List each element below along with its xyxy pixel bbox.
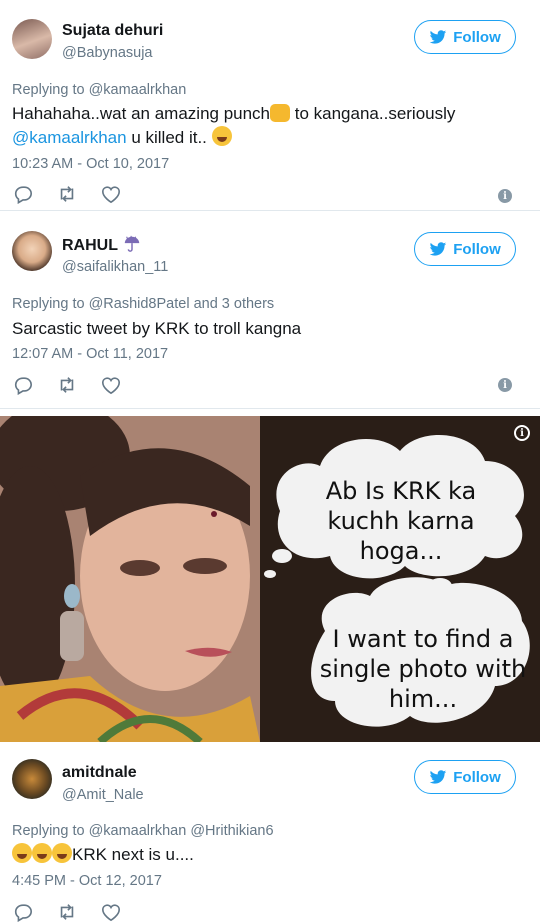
- follow-label: Follow: [453, 768, 501, 786]
- user-handle[interactable]: @Babynasuja: [62, 45, 153, 61]
- user-name[interactable]: RAHUL: [62, 235, 142, 255]
- info-icon[interactable]: i: [498, 189, 512, 203]
- joy-emoji-icon: [52, 843, 72, 863]
- replying-to[interactable]: Replying to @kamaalrkhan: [12, 82, 186, 98]
- mention-link[interactable]: @kamaalrkhan: [12, 128, 127, 147]
- follow-button[interactable]: Follow: [414, 232, 516, 266]
- follow-label: Follow: [453, 28, 501, 46]
- joy-emoji-icon: [32, 843, 52, 863]
- info-icon[interactable]: i: [498, 378, 512, 392]
- joy-emoji-icon: [211, 126, 232, 146]
- replying-to[interactable]: Replying to @Rashid8Patel and 3 others: [12, 296, 274, 312]
- follow-label: Follow: [453, 240, 501, 258]
- timestamp[interactable]: 10:23 AM - Oct 10, 2017: [12, 156, 169, 172]
- timestamp[interactable]: 4:45 PM - Oct 12, 2017: [12, 873, 162, 889]
- bird-icon: [430, 29, 447, 44]
- joy-emoji-icon: [12, 843, 32, 863]
- reply-icon[interactable]: [12, 902, 34, 922]
- retweet-icon[interactable]: [56, 902, 78, 922]
- follow-button[interactable]: Follow: [414, 20, 516, 54]
- avatar[interactable]: [12, 231, 52, 271]
- user-name[interactable]: Sujata dehuri: [62, 22, 163, 40]
- retweet-icon[interactable]: [56, 375, 78, 395]
- reply-icon[interactable]: [12, 375, 34, 395]
- replying-to[interactable]: Replying to @kamaalrkhan @Hrithikian6: [12, 823, 274, 839]
- like-icon[interactable]: [100, 902, 122, 922]
- action-bar: [12, 902, 122, 922]
- tweet-text-part: to kangana..seriously: [290, 104, 456, 123]
- action-bar: [12, 375, 122, 395]
- punch-emoji-icon: [270, 104, 291, 122]
- divider: [0, 408, 540, 409]
- reply-icon[interactable]: [12, 184, 34, 204]
- user-handle[interactable]: @Amit_Nale: [62, 787, 144, 803]
- tweet-text: KRK next is u....: [12, 843, 194, 867]
- tweet-text: Hahahaha..wat an amazing punch to kangan…: [12, 102, 522, 150]
- user-name-text: RAHUL: [62, 237, 118, 254]
- like-icon[interactable]: [100, 184, 122, 204]
- action-bar: [12, 184, 122, 204]
- like-icon[interactable]: [100, 375, 122, 395]
- bird-icon: [430, 769, 447, 784]
- bird-icon: [430, 241, 447, 256]
- avatar[interactable]: [12, 759, 52, 799]
- tweet-card: amitdnale @Amit_Nale Follow Replying to …: [0, 742, 540, 923]
- timestamp[interactable]: 12:07 AM - Oct 11, 2017: [12, 346, 168, 362]
- tweet-text-part: KRK next is u....: [72, 845, 194, 864]
- tweet-text: Sarcastic tweet by KRK to troll kangna: [12, 319, 302, 338]
- tweet-card: Sujata dehuri @Babynasuja Follow Replyin…: [0, 0, 540, 210]
- user-name[interactable]: amitdnale: [62, 764, 137, 782]
- tweet-text-part: Hahahaha..wat an amazing punch: [12, 104, 271, 123]
- bubble-text-2: I want to find a single photo with him..…: [319, 625, 527, 713]
- woman-portrait: [0, 416, 260, 742]
- tweet-text-part: u killed it..: [126, 128, 212, 147]
- bubble-text-1: Ab Is KRK ka kuchh karna hoga...: [325, 477, 477, 565]
- avatar[interactable]: [12, 19, 52, 59]
- meme-photo: [0, 416, 260, 742]
- follow-button[interactable]: Follow: [414, 760, 516, 794]
- info-icon[interactable]: i: [514, 425, 530, 441]
- meme-dark-panel: Ab Is KRK ka kuchh karna hoga... I want …: [260, 416, 540, 742]
- retweet-icon[interactable]: [56, 184, 78, 204]
- umbrella-icon: [124, 235, 140, 252]
- user-handle[interactable]: @saifalikhan_11: [62, 259, 168, 275]
- tweet-card: RAHUL @saifalikhan_11 Follow Replying to…: [0, 211, 540, 408]
- meme-image[interactable]: Ab Is KRK ka kuchh karna hoga... I want …: [0, 416, 540, 742]
